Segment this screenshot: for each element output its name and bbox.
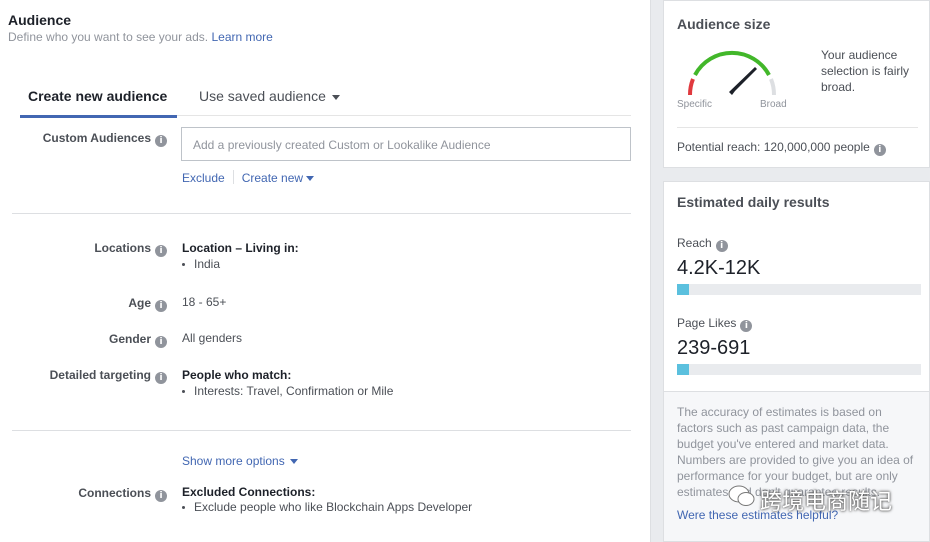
tab-use-saved-label: Use saved audience xyxy=(199,88,326,104)
daily-results-title: Estimated daily results xyxy=(677,194,830,210)
estimate-note-panel: The accuracy of estimates is based on fa… xyxy=(663,392,930,542)
gauge-green-segment xyxy=(693,50,771,76)
location-item-text: India xyxy=(194,257,221,271)
audience-size-panel: Audience size Specific Broad Your audien… xyxy=(663,0,930,168)
info-icon[interactable]: i xyxy=(155,490,167,502)
age-value[interactable]: 18 - 65+ xyxy=(182,295,226,309)
gauge-gray-segment xyxy=(769,78,777,96)
reach-value: 4.2K-12K xyxy=(677,257,761,279)
reach-label: Reach i xyxy=(677,236,728,252)
connection-item-text: Exclude people who like Blockchain Apps … xyxy=(194,500,473,514)
gauge-needle xyxy=(729,67,757,95)
info-icon[interactable]: i xyxy=(155,372,167,384)
gender-value[interactable]: All genders xyxy=(182,331,242,345)
detailed-targeting-label: Detailed targeting i xyxy=(50,368,167,384)
age-label-text: Age xyxy=(128,296,151,310)
custom-audiences-label: Custom Audiences i xyxy=(43,131,167,147)
connections-heading: Excluded Connections: xyxy=(182,485,316,499)
detailed-targeting-heading: People who match: xyxy=(182,368,292,382)
audience-subtitle: Define who you want to see your ads. Lea… xyxy=(8,30,273,44)
gender-label: Gender i xyxy=(109,332,167,348)
location-item: India xyxy=(181,257,221,271)
audience-section: Audience Define who you want to see your… xyxy=(0,0,651,542)
potential-reach: Potential reach: 120,000,000 people i xyxy=(677,140,886,156)
gender-label-text: Gender xyxy=(108,332,151,346)
interest-item-text: Interests: Travel, Confirmation or Mile xyxy=(194,384,394,398)
location-heading: Location – Living in: xyxy=(182,241,299,255)
learn-more-link[interactable]: Learn more xyxy=(211,30,272,44)
page-likes-label: Page Likes i xyxy=(677,316,753,332)
locations-label: Locations i xyxy=(94,241,167,257)
daily-results-panel: Estimated daily results Reach i 4.2K-12K … xyxy=(663,181,930,392)
audience-gauge xyxy=(687,50,777,96)
audience-size-title: Audience size xyxy=(677,16,771,32)
gauge-red-segment xyxy=(687,78,695,96)
interest-item: Interests: Travel, Confirmation or Mile xyxy=(181,384,394,398)
tab-use-saved-audience[interactable]: Use saved audience xyxy=(199,88,340,104)
page-likes-value: 239-691 xyxy=(677,337,751,359)
connections-label: Connections i xyxy=(78,486,167,502)
info-icon[interactable]: i xyxy=(155,245,167,257)
connections-label-text: Connections xyxy=(78,486,151,500)
gauge-broad-label: Broad xyxy=(760,99,787,110)
tab-create-new-label: Create new audience xyxy=(28,88,168,104)
detailed-targeting-label-text: Detailed targeting xyxy=(49,368,151,382)
custom-audiences-label-text: Custom Audiences xyxy=(42,131,151,145)
potential-reach-text: Potential reach: 120,000,000 people xyxy=(677,140,870,154)
show-more-options-label: Show more options xyxy=(182,454,285,468)
panel-divider xyxy=(677,127,918,128)
gauge-specific-label: Specific xyxy=(677,99,713,110)
show-more-options-link[interactable]: Show more options xyxy=(182,454,298,468)
chevron-down-icon xyxy=(289,459,298,465)
wechat-icon xyxy=(728,485,755,506)
tab-create-new-audience[interactable]: Create new audience xyxy=(19,88,178,118)
connection-item: Exclude people who like Blockchain Apps … xyxy=(181,500,473,514)
action-separator xyxy=(232,170,234,184)
reach-bar xyxy=(677,284,921,295)
custom-audience-input[interactable]: Add a previously created Custom or Looka… xyxy=(181,127,631,161)
info-icon[interactable]: i xyxy=(873,144,886,156)
audience-title: Audience xyxy=(8,12,72,28)
audience-size-description: Your audience selection is fairly broad. xyxy=(821,48,910,94)
exclude-link[interactable]: Exclude xyxy=(182,171,225,185)
results-sidebar: Audience size Specific Broad Your audien… xyxy=(663,0,930,542)
audience-tabs: Create new audience Use saved audience xyxy=(19,82,631,118)
create-new-label: Create new xyxy=(241,171,304,185)
reach-label-text: Reach xyxy=(677,236,712,250)
page-likes-bar-fill xyxy=(677,364,690,375)
custom-audience-actions: Exclude Create new xyxy=(182,170,315,185)
chevron-down-icon xyxy=(306,176,315,182)
info-icon[interactable]: i xyxy=(155,135,167,147)
age-label: Age i xyxy=(128,296,167,312)
section-divider xyxy=(12,430,631,431)
info-icon[interactable]: i xyxy=(155,336,167,348)
locations-label-text: Locations xyxy=(94,241,151,255)
page-likes-bar xyxy=(677,364,921,375)
audience-subtitle-text: Define who you want to see your ads. xyxy=(8,30,209,44)
info-icon[interactable]: i xyxy=(715,240,728,252)
chevron-down-icon xyxy=(331,94,340,100)
info-icon[interactable]: i xyxy=(740,320,753,332)
create-new-dropdown[interactable]: Create new xyxy=(241,171,315,185)
page-likes-label-text: Page Likes xyxy=(677,316,737,330)
info-icon[interactable]: i xyxy=(155,300,167,312)
watermark-text: 跨境电商随记 xyxy=(760,490,893,515)
reach-bar-fill xyxy=(677,284,690,295)
section-divider xyxy=(12,213,631,214)
